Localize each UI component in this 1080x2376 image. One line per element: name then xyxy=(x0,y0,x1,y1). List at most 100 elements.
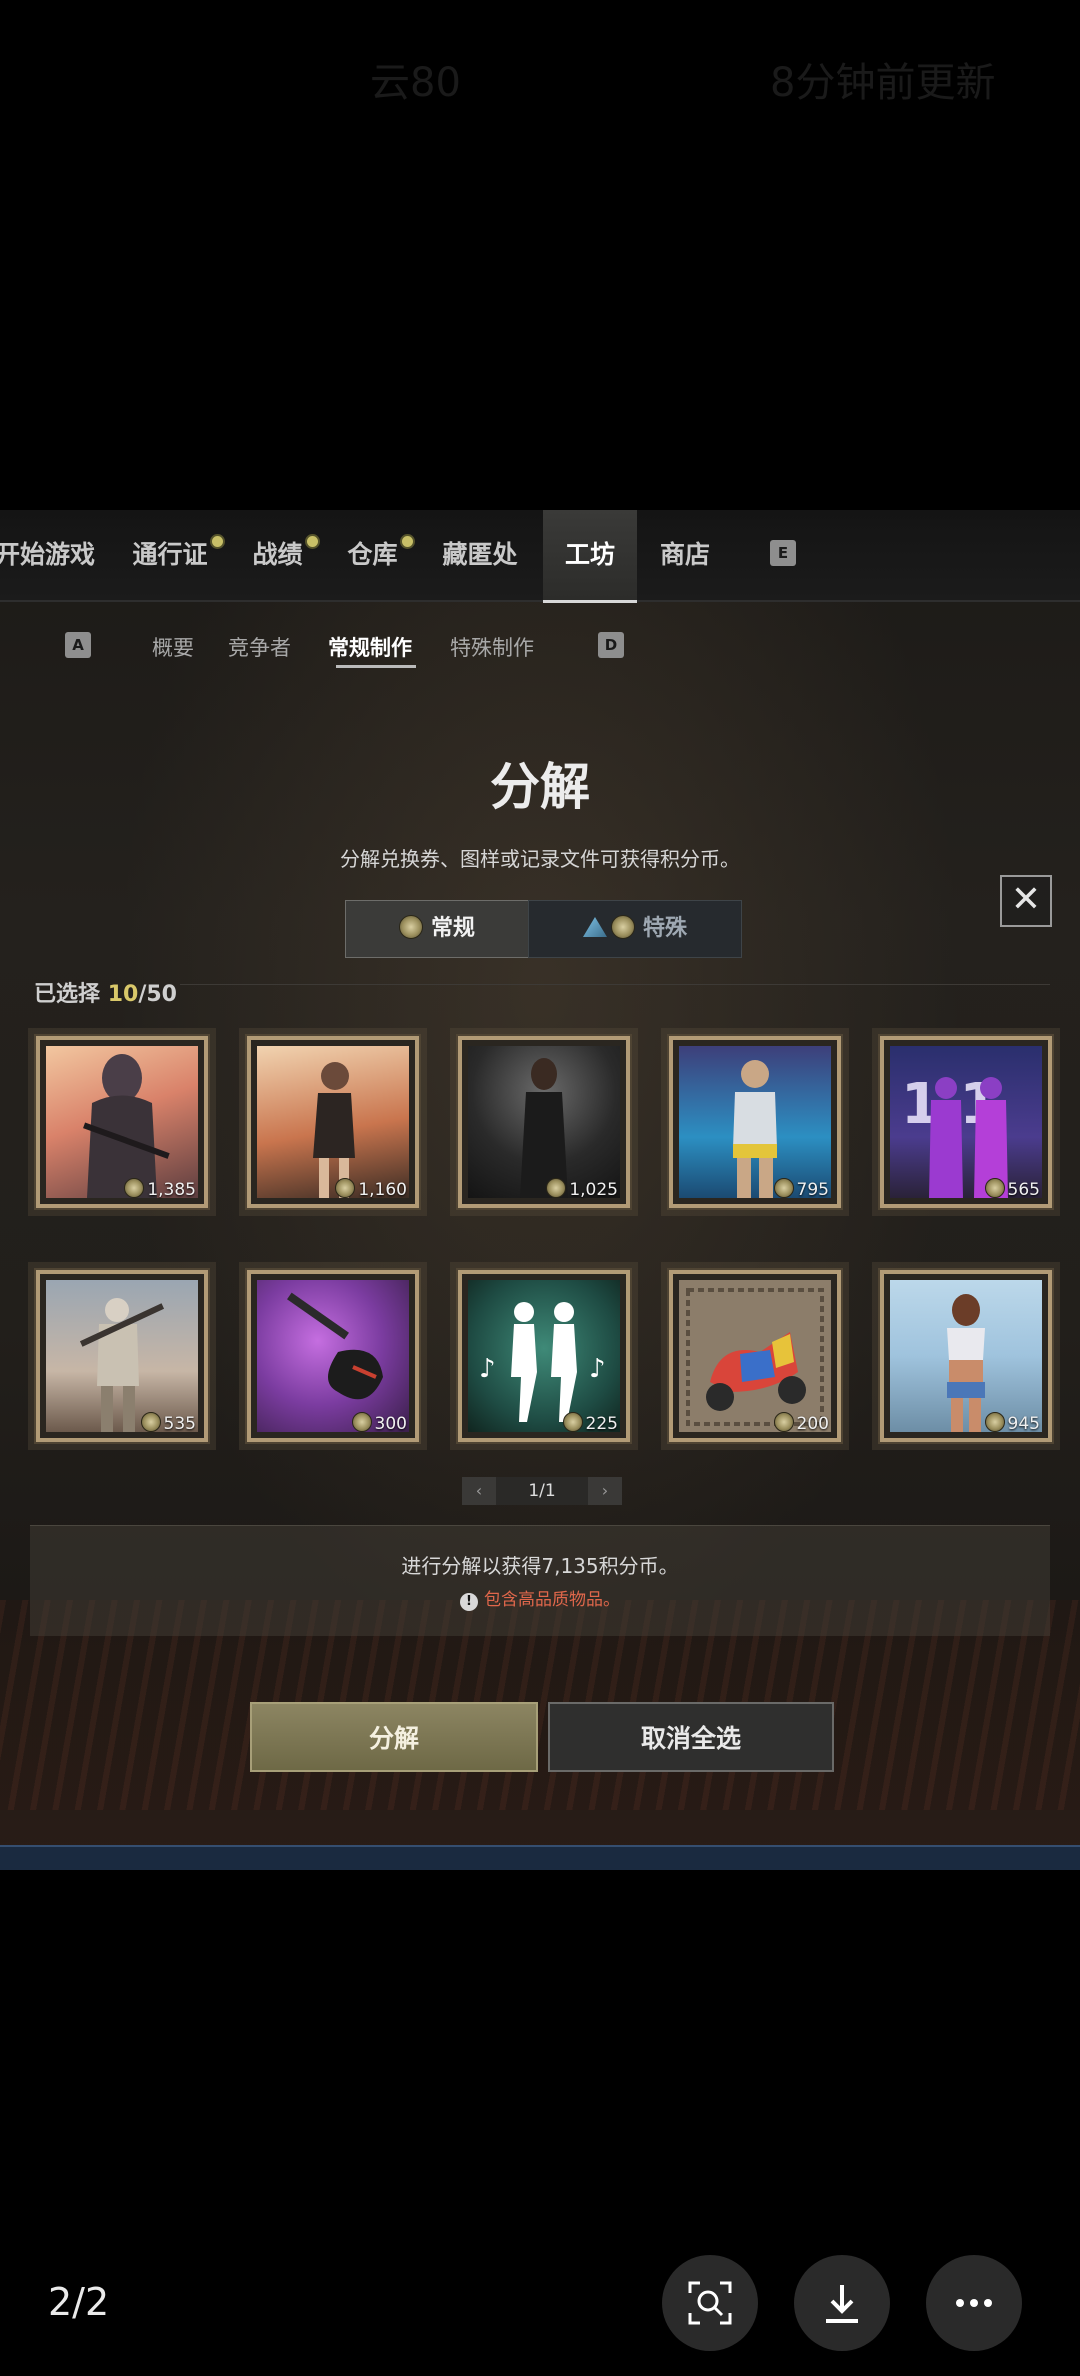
info-band xyxy=(30,1525,1050,1636)
character-figure xyxy=(947,1294,985,1432)
svg-text:♪: ♪ xyxy=(479,1354,496,1384)
gem-icon xyxy=(582,917,607,937)
coin-icon xyxy=(335,1178,356,1198)
nav-warehouse-notification-dot xyxy=(400,534,415,549)
pager-next-button[interactable]: › xyxy=(588,1477,622,1505)
download-icon xyxy=(826,2285,858,2323)
nav-key-e: E xyxy=(770,540,796,566)
item-art xyxy=(257,1280,409,1432)
item-value: 565 xyxy=(984,1178,1040,1200)
item-art xyxy=(46,1280,198,1432)
close-button[interactable]: ✕ xyxy=(1000,875,1052,927)
nav-warehouse[interactable]: 仓库 xyxy=(340,510,405,600)
coin-icon xyxy=(124,1178,145,1198)
item-card-purple-duo[interactable]: 1 1 565 xyxy=(880,1036,1052,1208)
tab-regular[interactable]: 常规 xyxy=(345,900,529,958)
faded-status-left: 云80 xyxy=(370,60,461,106)
warning-text: 包含高品质物品。 xyxy=(484,1590,620,1610)
pager-prev-button[interactable]: ‹ xyxy=(462,1477,496,1505)
dismantle-button[interactable]: 分解 xyxy=(250,1702,538,1772)
coin-icon xyxy=(773,1178,794,1198)
bottom-strip xyxy=(0,1845,1080,1870)
coin-icon xyxy=(773,1412,794,1432)
subnav-overview[interactable]: 概要 xyxy=(152,632,194,662)
item-card-silver-outfit-girl[interactable]: 795 xyxy=(669,1036,841,1208)
nav-start-game[interactable]: 开始游戏 xyxy=(0,510,100,600)
item-card-woman-dark-hall[interactable]: 1,025 xyxy=(458,1036,630,1208)
dance-emote-figure: ♪ ♪ xyxy=(479,1302,606,1422)
dismantle-info: 进行分解以获得7,135积分币。 xyxy=(401,1554,679,1578)
subnav-regular-craft[interactable]: 常规制作 xyxy=(328,632,412,662)
nav-stats-notification-dot xyxy=(305,534,320,549)
character-figure xyxy=(313,1062,355,1198)
scooter-figure xyxy=(686,1288,824,1426)
item-value: 300 xyxy=(351,1412,407,1434)
selected-count: 已选择 10/50 xyxy=(34,976,177,1008)
faded-status-bar: 云80 8分钟前更新 xyxy=(0,50,1080,110)
download-button[interactable] xyxy=(794,2255,890,2351)
item-card-dance-emote[interactable]: ♪ ♪ 225 xyxy=(458,1270,630,1442)
chevron-left-icon: ‹ xyxy=(475,1481,483,1500)
coin-icon xyxy=(398,915,423,939)
item-value: 225 xyxy=(562,1412,618,1434)
svg-text:♪: ♪ xyxy=(589,1354,606,1384)
close-icon: ✕ xyxy=(1010,879,1042,920)
item-value: 795 xyxy=(773,1178,829,1200)
nav-workshop[interactable]: 工坊 xyxy=(543,510,637,603)
pager-label: 1/1 xyxy=(496,1477,588,1505)
more-icon xyxy=(956,2299,992,2307)
guitar-figure xyxy=(287,1292,383,1400)
item-card-soldier-ruins[interactable]: 535 xyxy=(36,1270,208,1442)
item-value: 1,385 xyxy=(124,1178,196,1200)
item-card-girl-sunset[interactable]: 1,160 xyxy=(247,1036,419,1208)
item-value: 1,160 xyxy=(335,1178,407,1200)
tab-special[interactable]: 特殊 xyxy=(528,900,742,958)
item-value: 945 xyxy=(984,1412,1040,1434)
more-options-button[interactable] xyxy=(926,2255,1022,2351)
subnav-key-a: A xyxy=(65,632,91,658)
subnav-competitor[interactable]: 竞争者 xyxy=(228,632,291,662)
character-figure: 1 1 xyxy=(901,1072,1008,1198)
item-value: 200 xyxy=(773,1412,829,1434)
subnav-key-d: D xyxy=(598,632,624,658)
item-value: 1,025 xyxy=(546,1178,618,1200)
nav-shop[interactable]: 商店 xyxy=(650,510,720,600)
item-value: 535 xyxy=(140,1412,196,1434)
pager: ‹ 1/1 › xyxy=(462,1477,622,1505)
character-figure xyxy=(79,1298,165,1432)
item-card-girl-beach[interactable]: 945 xyxy=(880,1270,1052,1442)
item-art xyxy=(468,1046,620,1198)
item-art: 1 1 xyxy=(890,1046,1042,1198)
top-nav: 开始游戏 通行证 战绩 仓库 藏匿处 工坊 商店 E xyxy=(0,510,1080,603)
modal-title: 分解 xyxy=(490,758,590,816)
coin-icon xyxy=(562,1412,583,1432)
item-card-hooded-sniper[interactable]: 1,385 xyxy=(36,1036,208,1208)
lens-search-button[interactable] xyxy=(662,2255,758,2351)
item-art xyxy=(679,1280,831,1432)
game-screenshot: 开始游戏 通行证 战绩 仓库 藏匿处 工坊 商店 E A 概要 竞争者 常规制作… xyxy=(0,510,1080,1870)
character-figure xyxy=(733,1060,777,1198)
item-card-electric-guitar[interactable]: 300 xyxy=(247,1270,419,1442)
subnav-special-craft[interactable]: 特殊制作 xyxy=(450,632,534,662)
selected-total: /50 xyxy=(138,982,177,1007)
warning: ! 包含高品质物品。 xyxy=(0,1585,1080,1611)
coin-icon xyxy=(984,1412,1005,1432)
tab-special-label: 特殊 xyxy=(642,916,687,941)
divider xyxy=(180,984,1050,985)
nav-pass[interactable]: 通行证 xyxy=(120,510,220,600)
modal-subtitle: 分解兑换券、图样或记录文件可获得积分币。 xyxy=(340,847,740,871)
item-art xyxy=(257,1046,409,1198)
coin-icon xyxy=(140,1412,161,1432)
subnav-active-underline xyxy=(336,665,416,668)
warning-icon: ! xyxy=(460,1593,478,1611)
coin-icon xyxy=(546,1178,567,1198)
nav-stats[interactable]: 战绩 xyxy=(245,510,310,600)
selected-number: 10 xyxy=(107,982,139,1007)
chevron-right-icon: › xyxy=(601,1481,609,1500)
image-search-icon xyxy=(688,2281,732,2325)
nav-stash[interactable]: 藏匿处 xyxy=(430,510,530,600)
item-card-colorful-scooter[interactable]: 200 xyxy=(669,1270,841,1442)
coin-icon xyxy=(351,1412,372,1432)
deselect-all-button[interactable]: 取消全选 xyxy=(548,1702,834,1772)
item-art xyxy=(890,1280,1042,1432)
